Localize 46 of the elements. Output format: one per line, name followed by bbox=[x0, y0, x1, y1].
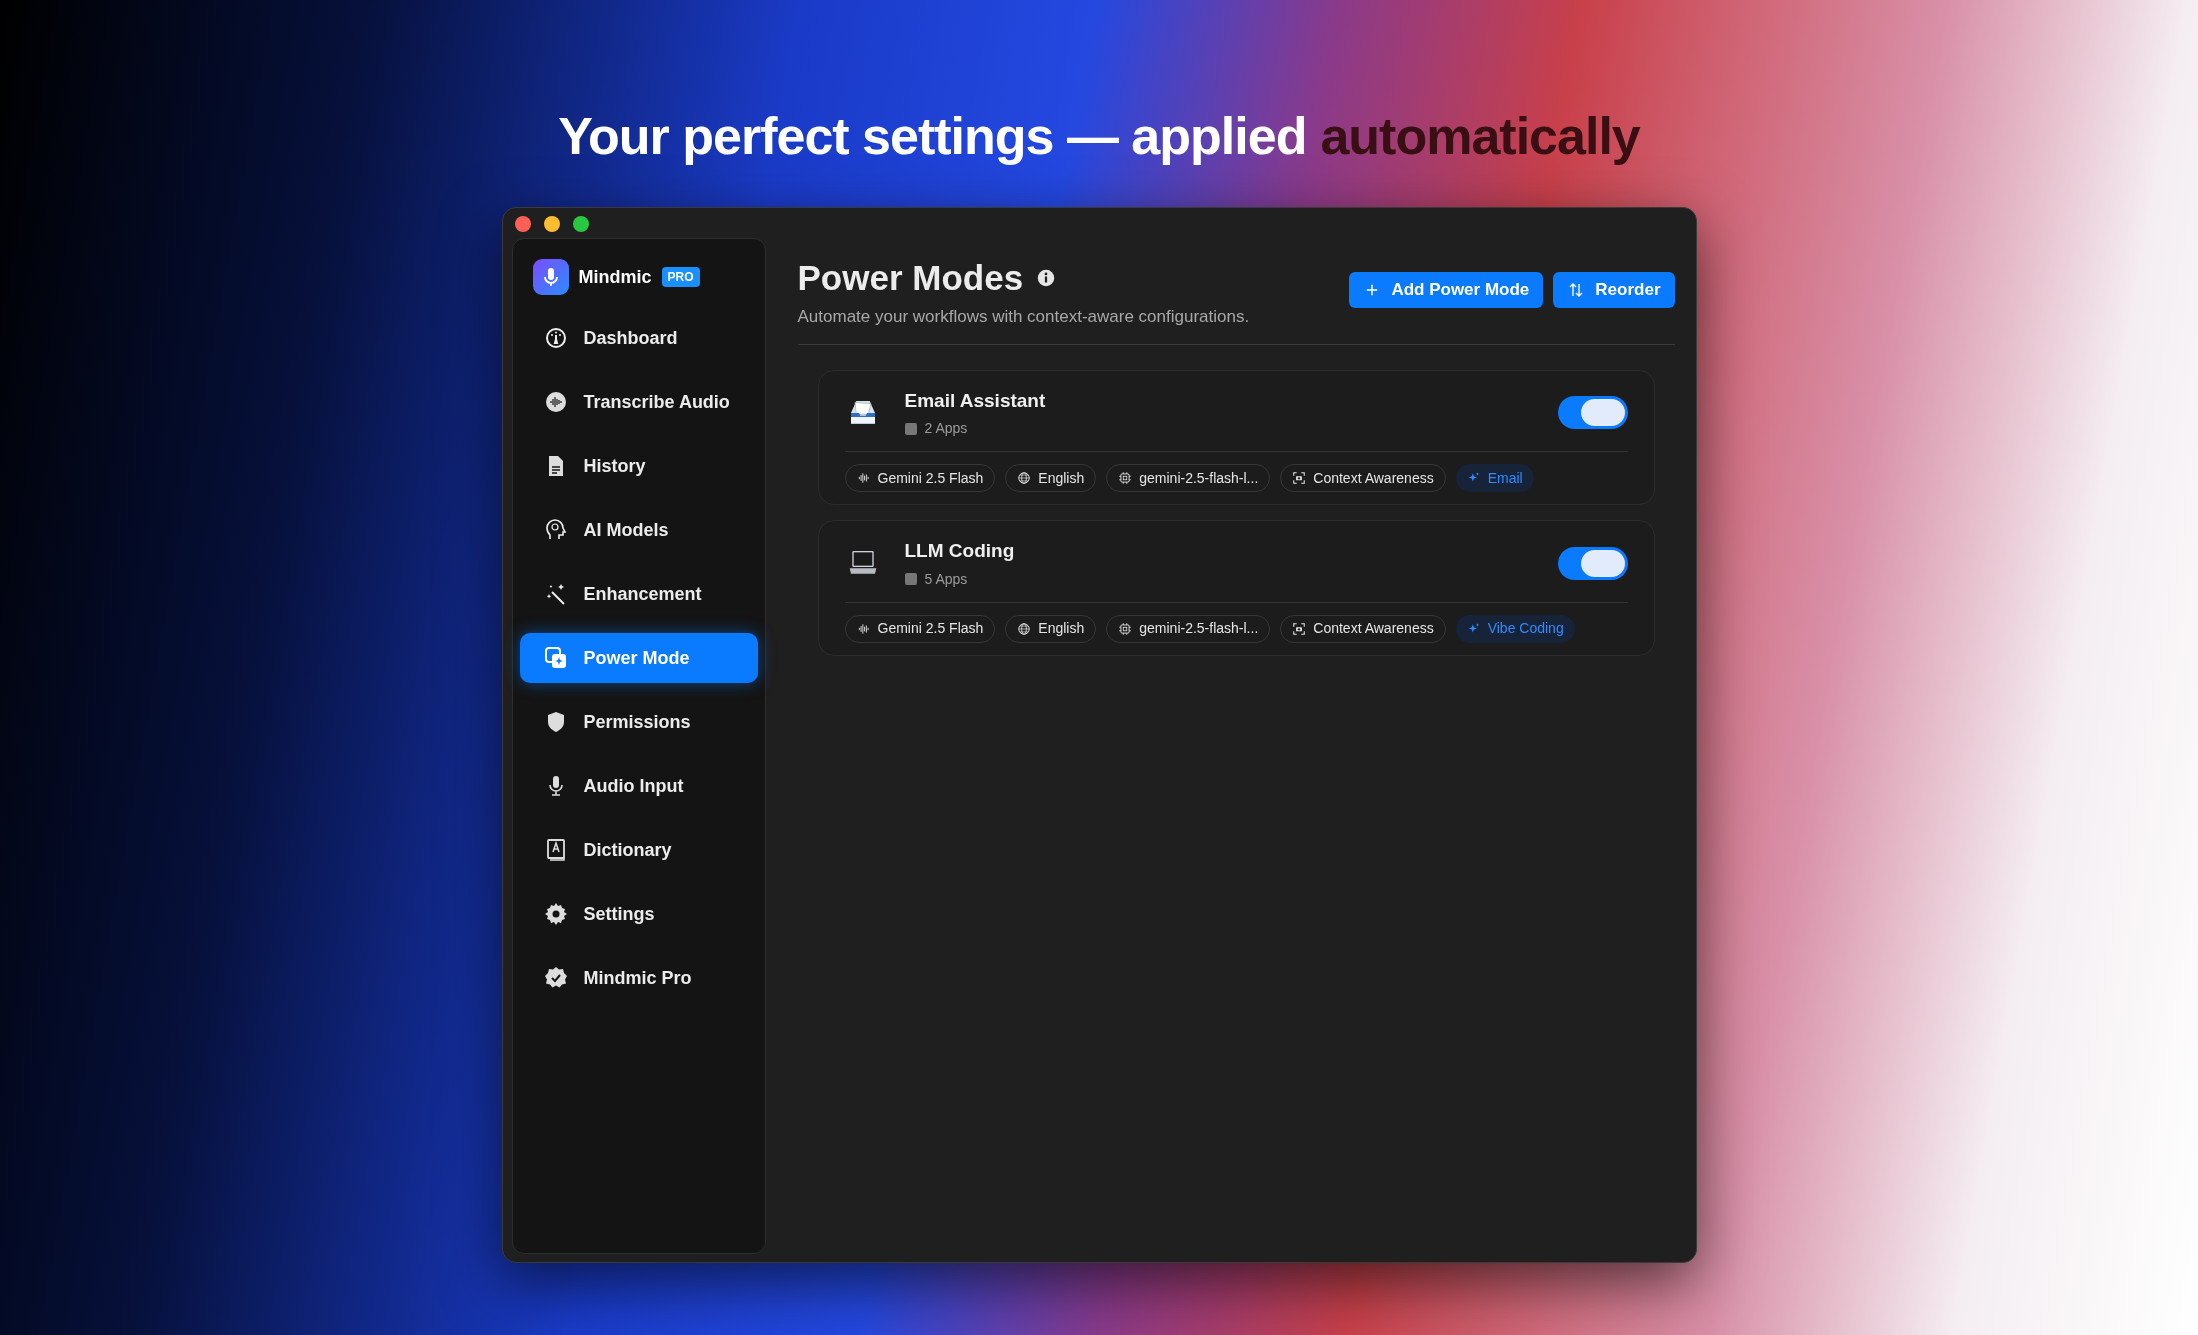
sidebar-item[interactable]: Mindmic Pro bbox=[519, 953, 758, 1003]
sidebar-item[interactable]: Settings bbox=[519, 889, 758, 939]
microphone-logo-icon bbox=[532, 259, 569, 295]
close-button[interactable] bbox=[514, 216, 531, 232]
sidebar-item[interactable]: Power Mode bbox=[519, 633, 758, 683]
app-count: 5 Apps bbox=[924, 569, 968, 589]
toggle-switch[interactable] bbox=[1557, 546, 1628, 580]
waveform-icon bbox=[856, 471, 871, 485]
head-icon bbox=[543, 518, 568, 542]
app-name: Mindmic bbox=[578, 265, 652, 289]
sidebar-item[interactable]: Transcribe Audio bbox=[519, 377, 758, 427]
globe-icon bbox=[1017, 471, 1032, 485]
sidebar-item[interactable]: AI Models bbox=[519, 505, 758, 555]
add-button[interactable]: Add Power Mode bbox=[1349, 272, 1544, 308]
camera-viewfinder-icon bbox=[1292, 471, 1307, 485]
gauge-icon bbox=[543, 326, 568, 350]
minimize-button[interactable] bbox=[543, 216, 560, 232]
sidebar-item[interactable]: Dashboard bbox=[519, 313, 758, 363]
sidebar-item[interactable]: Dictionary bbox=[519, 825, 758, 875]
gear-icon bbox=[543, 902, 568, 926]
sidebar-item[interactable]: Audio Input bbox=[519, 761, 758, 811]
sidebar-item[interactable]: History bbox=[519, 441, 758, 491]
mode-name: Email Assistant bbox=[904, 388, 1047, 413]
prompt-tag: Vibe Coding bbox=[1455, 614, 1575, 643]
sidebar-item[interactable]: Permissions bbox=[519, 697, 758, 747]
globe-icon bbox=[1017, 621, 1032, 636]
chip-icon bbox=[1118, 621, 1133, 636]
zoom-button[interactable] bbox=[572, 216, 589, 232]
sidebar-item[interactable]: Enhancement bbox=[519, 569, 758, 619]
app-count: 2 Apps bbox=[924, 419, 968, 438]
reorder-button[interactable]: Reorder bbox=[1553, 272, 1675, 308]
app-square-icon bbox=[904, 422, 917, 435]
waveform-icon bbox=[543, 390, 568, 414]
pro-badge: PRO bbox=[661, 267, 700, 287]
page-subtitle: Automate your workflows with context-aware configurations. bbox=[797, 306, 1250, 328]
page-title: Power Modes bbox=[797, 257, 1024, 299]
waveform-icon bbox=[856, 621, 871, 636]
prompt-tag: Email bbox=[1455, 464, 1534, 492]
app-square-icon bbox=[904, 573, 917, 585]
camera-viewfinder-icon bbox=[1292, 621, 1307, 636]
mode-name: LLM Coding bbox=[904, 539, 1016, 563]
toggle-switch[interactable] bbox=[1557, 396, 1628, 430]
sparkle-window-icon bbox=[543, 646, 568, 670]
verified-badge-icon bbox=[543, 966, 568, 990]
info-icon bbox=[1037, 269, 1056, 287]
chip-icon bbox=[1118, 471, 1133, 485]
